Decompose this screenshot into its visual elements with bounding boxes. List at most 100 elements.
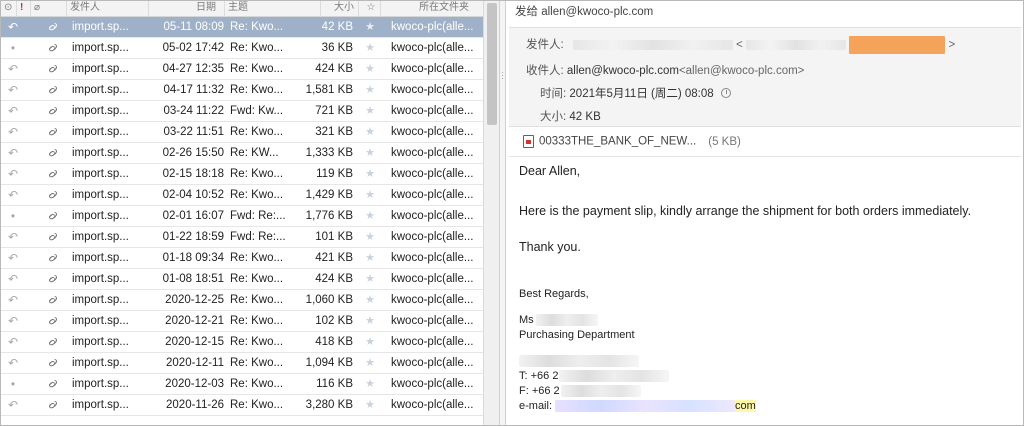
star-icon[interactable]: ★ [363, 101, 377, 121]
message-row[interactable]: ↶ ∂ import.sp... 2020-12-15 Re: Kwo... 418 KB… [1, 332, 483, 353]
message-row[interactable]: • ∂ import.sp... 02-01 16:07 Fwd: Re:... 1,77… [1, 206, 483, 227]
star-icon[interactable]: ★ [363, 311, 377, 331]
star-icon[interactable]: ★ [363, 395, 377, 415]
message-row[interactable]: ↶ ∂ import.sp... 01-18 09:34 Re: Kwo... 421 K… [1, 248, 483, 269]
replied-arrow-icon: ↶ [7, 335, 19, 349]
message-row[interactable]: ↶ ∂ import.sp... 01-22 18:59 Fwd: Re:... 101 … [1, 227, 483, 248]
name-prefix: Ms [519, 314, 534, 326]
message-date: 2020-11-26 [166, 399, 224, 411]
message-subject: Fwd: Re:... [230, 210, 286, 222]
flag-column-header[interactable]: ! [17, 1, 31, 17]
star-icon[interactable]: ★ [363, 269, 377, 289]
message-from: import.sp... [72, 378, 129, 390]
replied-arrow-icon: ↶ [7, 356, 19, 370]
attachment-column-header[interactable]: ⌀ [31, 1, 67, 17]
recipient-address[interactable]: <allen@kwoco-plc.com> [679, 65, 804, 77]
star-icon[interactable]: ★ [363, 17, 377, 37]
message-subject: Re: Kwo... [230, 294, 284, 306]
mail-header-box: 发件人: < > 收件人: allen@kwoco-plc.com<allen@… [509, 27, 1021, 127]
star-icon[interactable]: ★ [363, 374, 377, 394]
message-folder: kwoco-plc(alle... [391, 210, 474, 222]
star-column-header[interactable]: ☆ [359, 1, 381, 17]
replied-arrow-icon: ↶ [7, 230, 19, 244]
message-date: 05-02 17:42 [162, 42, 224, 54]
date-column-header[interactable]: 日期 [149, 1, 225, 17]
message-list-scrollbar[interactable] [483, 1, 499, 425]
star-icon[interactable]: ★ [363, 185, 377, 205]
fax-line: F: +66 2 [519, 385, 641, 398]
message-row[interactable]: ↶ ∂ import.sp... 04-27 12:35 Re: Kwo... 424 K… [1, 59, 483, 80]
redacted-tel [559, 370, 670, 383]
message-row[interactable]: ↶ ∂ import.sp... 05-11 08:09 Re: Kwo... 42 KB… [1, 17, 483, 38]
message-list: ↶ ∂ import.sp... 05-11 08:09 Re: Kwo... 42 KB… [1, 17, 483, 416]
message-row[interactable]: ↶ ∂ import.sp... 02-04 10:52 Re: Kwo... 1,429… [1, 185, 483, 206]
history-clock-icon[interactable] [720, 87, 731, 98]
attachment-name[interactable]: 00333THE_BANK_OF_NEW... [539, 136, 696, 148]
message-from: import.sp... [72, 231, 129, 243]
time-value: 2021年5月11日 (周二) 08:08 [569, 88, 714, 100]
star-icon[interactable]: ★ [363, 332, 377, 352]
send-to-line: 发给 allen@kwoco-plc.com [515, 6, 654, 18]
message-from: import.sp... [72, 189, 129, 201]
from-row: 发件人: < > [526, 36, 955, 54]
subject-column-header[interactable]: 主题 [225, 1, 321, 17]
redaction-box [849, 36, 946, 54]
message-subject: Re: Kwo... [230, 357, 284, 369]
message-size: 3,280 KB [305, 399, 353, 411]
to-row: 收件人: allen@kwoco-plc.com<allen@kwoco-plc… [526, 62, 804, 78]
size-value: 42 KB [569, 111, 601, 123]
unread-dot-icon: • [10, 41, 16, 55]
message-row[interactable]: ↶ ∂ import.sp... 03-24 11:22 Fwd: Kw... 721 K… [1, 101, 483, 122]
attachment-item[interactable]: 00333THE_BANK_OF_NEW... (5 KB) [523, 135, 741, 148]
folder-column-header[interactable]: 所在文件夹 [381, 1, 483, 17]
star-icon[interactable]: ★ [363, 353, 377, 373]
message-folder: kwoco-plc(alle... [391, 336, 474, 348]
message-from: import.sp... [72, 210, 129, 222]
message-row[interactable]: ↶ ∂ import.sp... 02-26 15:50 Re: KW... 1,333 … [1, 143, 483, 164]
star-icon[interactable]: ★ [363, 80, 377, 100]
star-icon[interactable]: ★ [363, 248, 377, 268]
message-date: 2020-12-03 [165, 378, 224, 390]
recipient-name[interactable]: allen@kwoco-plc.com [567, 65, 679, 77]
message-from: import.sp... [72, 147, 129, 159]
message-row[interactable]: • ∂ import.sp... 2020-12-03 Re: Kwo... 116 KB… [1, 374, 483, 395]
from-column-header[interactable]: 发件人 [67, 1, 149, 17]
message-folder: kwoco-plc(alle... [391, 231, 474, 243]
star-icon[interactable]: ★ [363, 290, 377, 310]
star-icon[interactable]: ★ [363, 143, 377, 163]
star-icon[interactable]: ★ [363, 164, 377, 184]
replied-arrow-icon: ↶ [7, 167, 19, 181]
message-row[interactable]: ↶ ∂ import.sp... 2020-12-11 Re: Kwo... 1,094 … [1, 353, 483, 374]
star-icon[interactable]: ★ [363, 206, 377, 226]
message-size: 42 KB [321, 21, 353, 33]
message-size: 421 KB [315, 252, 353, 264]
message-subject: Re: Kwo... [230, 189, 284, 201]
email-suffix[interactable]: com [735, 400, 756, 412]
message-date: 04-27 12:35 [162, 63, 224, 75]
message-row[interactable]: • ∂ import.sp... 05-02 17:42 Re: Kwo... 36 KB… [1, 38, 483, 59]
pane-splitter[interactable]: · · · [499, 1, 506, 425]
message-folder: kwoco-plc(alle... [391, 273, 474, 285]
message-row[interactable]: ↶ ∂ import.sp... 2020-11-26 Re: Kwo... 3,280 … [1, 395, 483, 416]
message-list-pane: ⊙ ! ⌀ 发件人 日期 主题 大小 ☆ 所在文件夹 ↶ ∂ import.sp..… [1, 1, 499, 425]
message-row[interactable]: ↶ ∂ import.sp... 04-17 11:32 Re: Kwo... 1,581… [1, 80, 483, 101]
message-subject: Re: Kwo... [230, 252, 284, 264]
message-subject: Re: Kwo... [230, 21, 284, 33]
size-column-header[interactable]: 大小 [321, 1, 359, 17]
scrollbar-thumb[interactable] [487, 3, 497, 125]
star-icon[interactable]: ★ [363, 59, 377, 79]
message-row[interactable]: ↶ ∂ import.sp... 03-22 11:51 Re: Kwo... 321 K… [1, 122, 483, 143]
replied-arrow-icon: ↶ [7, 251, 19, 265]
star-icon[interactable]: ★ [363, 227, 377, 247]
message-row[interactable]: ↶ ∂ import.sp... 02-15 18:18 Re: Kwo... 119 K… [1, 164, 483, 185]
message-row[interactable]: ↶ ∂ import.sp... 2020-12-21 Re: Kwo... 102 KB… [1, 311, 483, 332]
redacted-email [555, 400, 736, 413]
message-size: 36 KB [321, 42, 353, 54]
message-row[interactable]: ↶ ∂ import.sp... 2020-12-25 Re: Kwo... 1,060 … [1, 290, 483, 311]
message-subject: Fwd: Re:... [230, 231, 286, 243]
star-icon[interactable]: ★ [363, 38, 377, 58]
status-column-header[interactable]: ⊙ [1, 1, 17, 17]
replied-arrow-icon: ↶ [7, 188, 19, 202]
star-icon[interactable]: ★ [363, 122, 377, 142]
message-row[interactable]: ↶ ∂ import.sp... 01-08 18:51 Re: Kwo... 424 K… [1, 269, 483, 290]
